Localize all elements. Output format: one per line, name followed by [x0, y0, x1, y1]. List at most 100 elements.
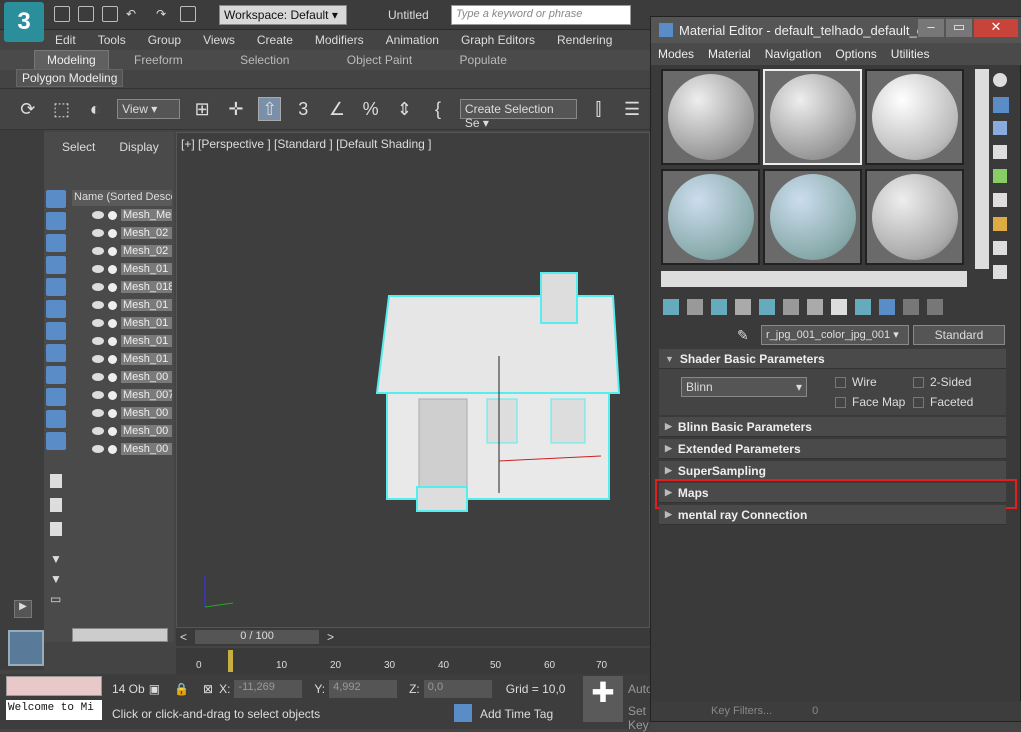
- menu-create[interactable]: Create: [257, 33, 293, 47]
- menu-modifiers[interactable]: Modifiers: [315, 33, 364, 47]
- scene-item[interactable]: Mesh_02: [72, 224, 172, 242]
- scene-item[interactable]: Mesh_00: [72, 440, 172, 458]
- sample-type-icon[interactable]: [993, 73, 1007, 87]
- scene-item[interactable]: Mesh_00: [72, 422, 172, 440]
- make-unique-icon[interactable]: [783, 299, 799, 315]
- visibility-eye-icon[interactable]: [92, 391, 104, 399]
- put-to-scene-icon[interactable]: [687, 299, 703, 315]
- frame-indicator[interactable]: 0 / 100: [195, 630, 320, 644]
- sample-slot[interactable]: [865, 169, 964, 265]
- layer-icon[interactable]: [50, 474, 62, 488]
- visibility-eye-icon[interactable]: [92, 211, 104, 219]
- show-shaded-icon[interactable]: [855, 299, 871, 315]
- filter-icon[interactable]: ▼: [50, 572, 66, 586]
- material-id-icon[interactable]: [831, 299, 847, 315]
- named-selection-icon[interactable]: {: [426, 97, 450, 121]
- bone-filter-icon[interactable]: [46, 366, 66, 384]
- visibility-eye-icon[interactable]: [92, 409, 104, 417]
- scene-item[interactable]: Mesh_00: [72, 368, 172, 386]
- wire-checkbox[interactable]: Wire: [835, 375, 877, 389]
- go-to-parent-icon[interactable]: [903, 299, 919, 315]
- absolute-mode-icon[interactable]: ⊠: [203, 682, 213, 696]
- undo-scene-icon[interactable]: ⟳: [16, 97, 40, 121]
- menu-animation[interactable]: Animation: [386, 33, 439, 47]
- select-and-move-icon[interactable]: ⇧: [257, 97, 282, 121]
- sample-slot[interactable]: [865, 69, 964, 165]
- face-map-checkbox[interactable]: Face Map: [835, 395, 905, 409]
- scene-item[interactable]: Mesh_007: [72, 386, 172, 404]
- selection-icon[interactable]: ▣: [149, 682, 160, 696]
- selection-set-dropdown[interactable]: Create Selection Se ▾: [459, 99, 577, 130]
- slots-horizontal-scrollbar[interactable]: [661, 271, 967, 287]
- render-dot-icon[interactable]: [108, 408, 117, 418]
- align-icon[interactable]: ☰: [620, 97, 644, 121]
- listener-output[interactable]: Welcome to Mi: [6, 700, 102, 720]
- time-slider[interactable]: < 0 / 100 >: [176, 628, 650, 646]
- spinner-snap-icon[interactable]: ⇕: [393, 97, 417, 121]
- viewport-layout-icon[interactable]: [8, 630, 44, 666]
- sample-slot[interactable]: [661, 69, 760, 165]
- set-key-button[interactable]: Set Key: [628, 704, 650, 732]
- scene-item[interactable]: Mesh_Me: [72, 206, 172, 224]
- render-dot-icon[interactable]: [108, 390, 117, 400]
- undo-icon[interactable]: ↶: [126, 7, 136, 21]
- rollout-blinn-basic-parameters[interactable]: ▶ Blinn Basic Parameters: [659, 417, 1006, 437]
- material-name-field[interactable]: r_jpg_001_color_jpg_001 ▾: [761, 325, 909, 345]
- maxscript-mini-listener[interactable]: [6, 676, 102, 696]
- current-frame-field[interactable]: 0: [812, 705, 818, 717]
- get-material-icon[interactable]: [663, 299, 679, 315]
- scene-item[interactable]: Mesh_01: [72, 332, 172, 350]
- next-frame-icon[interactable]: >: [327, 630, 334, 644]
- scene-item[interactable]: Mesh_01: [72, 260, 172, 278]
- y-field[interactable]: 4,992: [329, 680, 398, 698]
- render-dot-icon[interactable]: [108, 372, 117, 382]
- visibility-eye-icon[interactable]: [92, 229, 104, 237]
- layers-icon[interactable]: ▭: [50, 592, 66, 606]
- z-field[interactable]: 0,0: [423, 680, 492, 698]
- options-icon[interactable]: [993, 217, 1007, 231]
- light-filter-icon[interactable]: [46, 234, 66, 252]
- menu-group[interactable]: Group: [148, 33, 181, 47]
- menu-navigation[interactable]: Navigation: [765, 47, 822, 61]
- move-icon[interactable]: ✛: [224, 97, 248, 121]
- show-end-result-icon[interactable]: [879, 299, 895, 315]
- reset-map-icon[interactable]: [735, 299, 751, 315]
- render-dot-icon[interactable]: [108, 264, 117, 274]
- menu-graph-editors[interactable]: Graph Editors: [461, 33, 535, 47]
- put-to-library-icon[interactable]: [807, 299, 823, 315]
- backlight-icon[interactable]: [993, 97, 1009, 113]
- save-icon[interactable]: [102, 6, 118, 22]
- copy-material-icon[interactable]: [759, 299, 775, 315]
- render-dot-icon[interactable]: [108, 354, 117, 364]
- tab-display[interactable]: Display: [111, 140, 166, 154]
- scene-item[interactable]: Mesh_00: [72, 404, 172, 422]
- camera-filter-icon[interactable]: [46, 256, 66, 274]
- page-icon[interactable]: [50, 498, 62, 512]
- material-navigator-icon[interactable]: [993, 265, 1007, 279]
- faceted-checkbox[interactable]: Faceted: [913, 395, 973, 409]
- scene-item[interactable]: Mesh_018: [72, 278, 172, 296]
- video-color-check-icon[interactable]: [993, 169, 1007, 183]
- spacewarp-filter-icon[interactable]: [46, 300, 66, 318]
- select-region-icon[interactable]: ⬚: [50, 97, 74, 121]
- sample-slot[interactable]: [661, 169, 760, 265]
- search-input[interactable]: Type a keyword or phrase: [451, 5, 631, 25]
- tab-freeform[interactable]: Freeform: [122, 51, 195, 69]
- render-dot-icon[interactable]: [108, 300, 117, 310]
- geometry-filter-icon[interactable]: [46, 190, 66, 208]
- add-time-tag[interactable]: Add Time Tag: [480, 707, 553, 721]
- slots-vertical-scrollbar[interactable]: [975, 69, 989, 269]
- auto-key-button[interactable]: Auto: [628, 682, 653, 696]
- tab-modeling[interactable]: Modeling: [34, 50, 109, 70]
- pivot-icon[interactable]: ⊞: [190, 97, 214, 121]
- helper-filter-icon[interactable]: [46, 278, 66, 296]
- uv-tiling-icon[interactable]: [993, 145, 1007, 159]
- column-header[interactable]: Name (Sorted Desce: [72, 190, 172, 206]
- visibility-eye-icon[interactable]: [92, 373, 104, 381]
- polygon-modeling-button[interactable]: Polygon Modeling: [16, 69, 124, 87]
- rollout-supersampling[interactable]: ▶ SuperSampling: [659, 461, 1006, 481]
- select-object-icon[interactable]: ◐: [83, 97, 107, 121]
- menu-options[interactable]: Options: [835, 47, 876, 61]
- shader-dropdown[interactable]: Blinn ▾: [681, 377, 807, 397]
- visibility-eye-icon[interactable]: [92, 355, 104, 363]
